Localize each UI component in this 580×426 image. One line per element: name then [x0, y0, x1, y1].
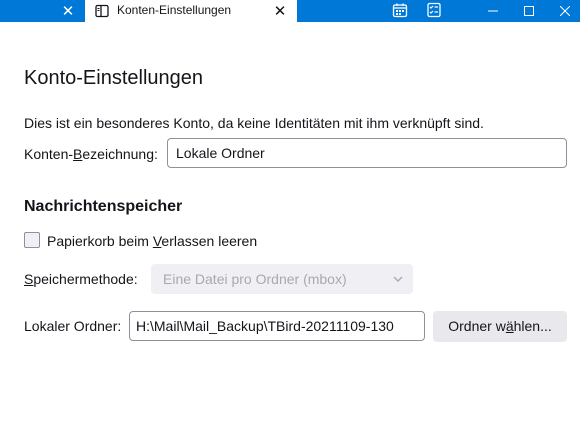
tasks-icon[interactable]	[426, 2, 442, 18]
empty-trash-label[interactable]: Papierkorb beim Verlassen leeren	[47, 233, 257, 249]
maximize-icon	[524, 6, 534, 16]
chevron-down-icon	[393, 276, 403, 282]
close-icon	[560, 6, 570, 16]
maximize-button[interactable]	[512, 0, 546, 22]
tab-close-icon[interactable]: ✕	[269, 0, 291, 22]
tab-konten-einstellungen[interactable]: Konten-Einstellungen ✕	[85, 0, 297, 22]
minimize-button[interactable]	[476, 0, 510, 22]
account-name-label: Konten-Bezeichnung:	[24, 146, 158, 162]
choose-folder-button[interactable]: Ordner wählen...	[433, 311, 567, 342]
title-bar: ✕ Konten-Einstellungen ✕	[0, 0, 580, 22]
message-storage-heading: Nachrichtenspeicher	[24, 198, 183, 215]
sidebar-panel-icon	[95, 4, 109, 18]
window-close-button[interactable]	[548, 0, 580, 22]
storage-method-label: Speichermethode:	[24, 271, 138, 287]
minimize-icon	[488, 10, 498, 12]
storage-method-select[interactable]: Eine Datei pro Ordner (mbox)	[151, 264, 413, 294]
page-title: Konto-Einstellungen	[24, 67, 204, 89]
account-description: Dies ist ein besonderes Konto, da keine …	[24, 115, 484, 131]
empty-trash-checkbox[interactable]	[24, 232, 40, 248]
calendar-icon[interactable]	[392, 2, 408, 18]
storage-method-value: Eine Datei pro Ordner (mbox)	[163, 271, 347, 287]
account-name-input[interactable]: Lokale Ordner	[167, 138, 567, 168]
previous-tab-close-icon[interactable]: ✕	[57, 0, 79, 22]
tab-title: Konten-Einstellungen	[117, 3, 232, 17]
local-folder-input[interactable]: H:\Mail\Mail_Backup\TBird-20211109-130	[129, 311, 425, 341]
local-folder-label: Lokaler Ordner:	[24, 318, 122, 334]
